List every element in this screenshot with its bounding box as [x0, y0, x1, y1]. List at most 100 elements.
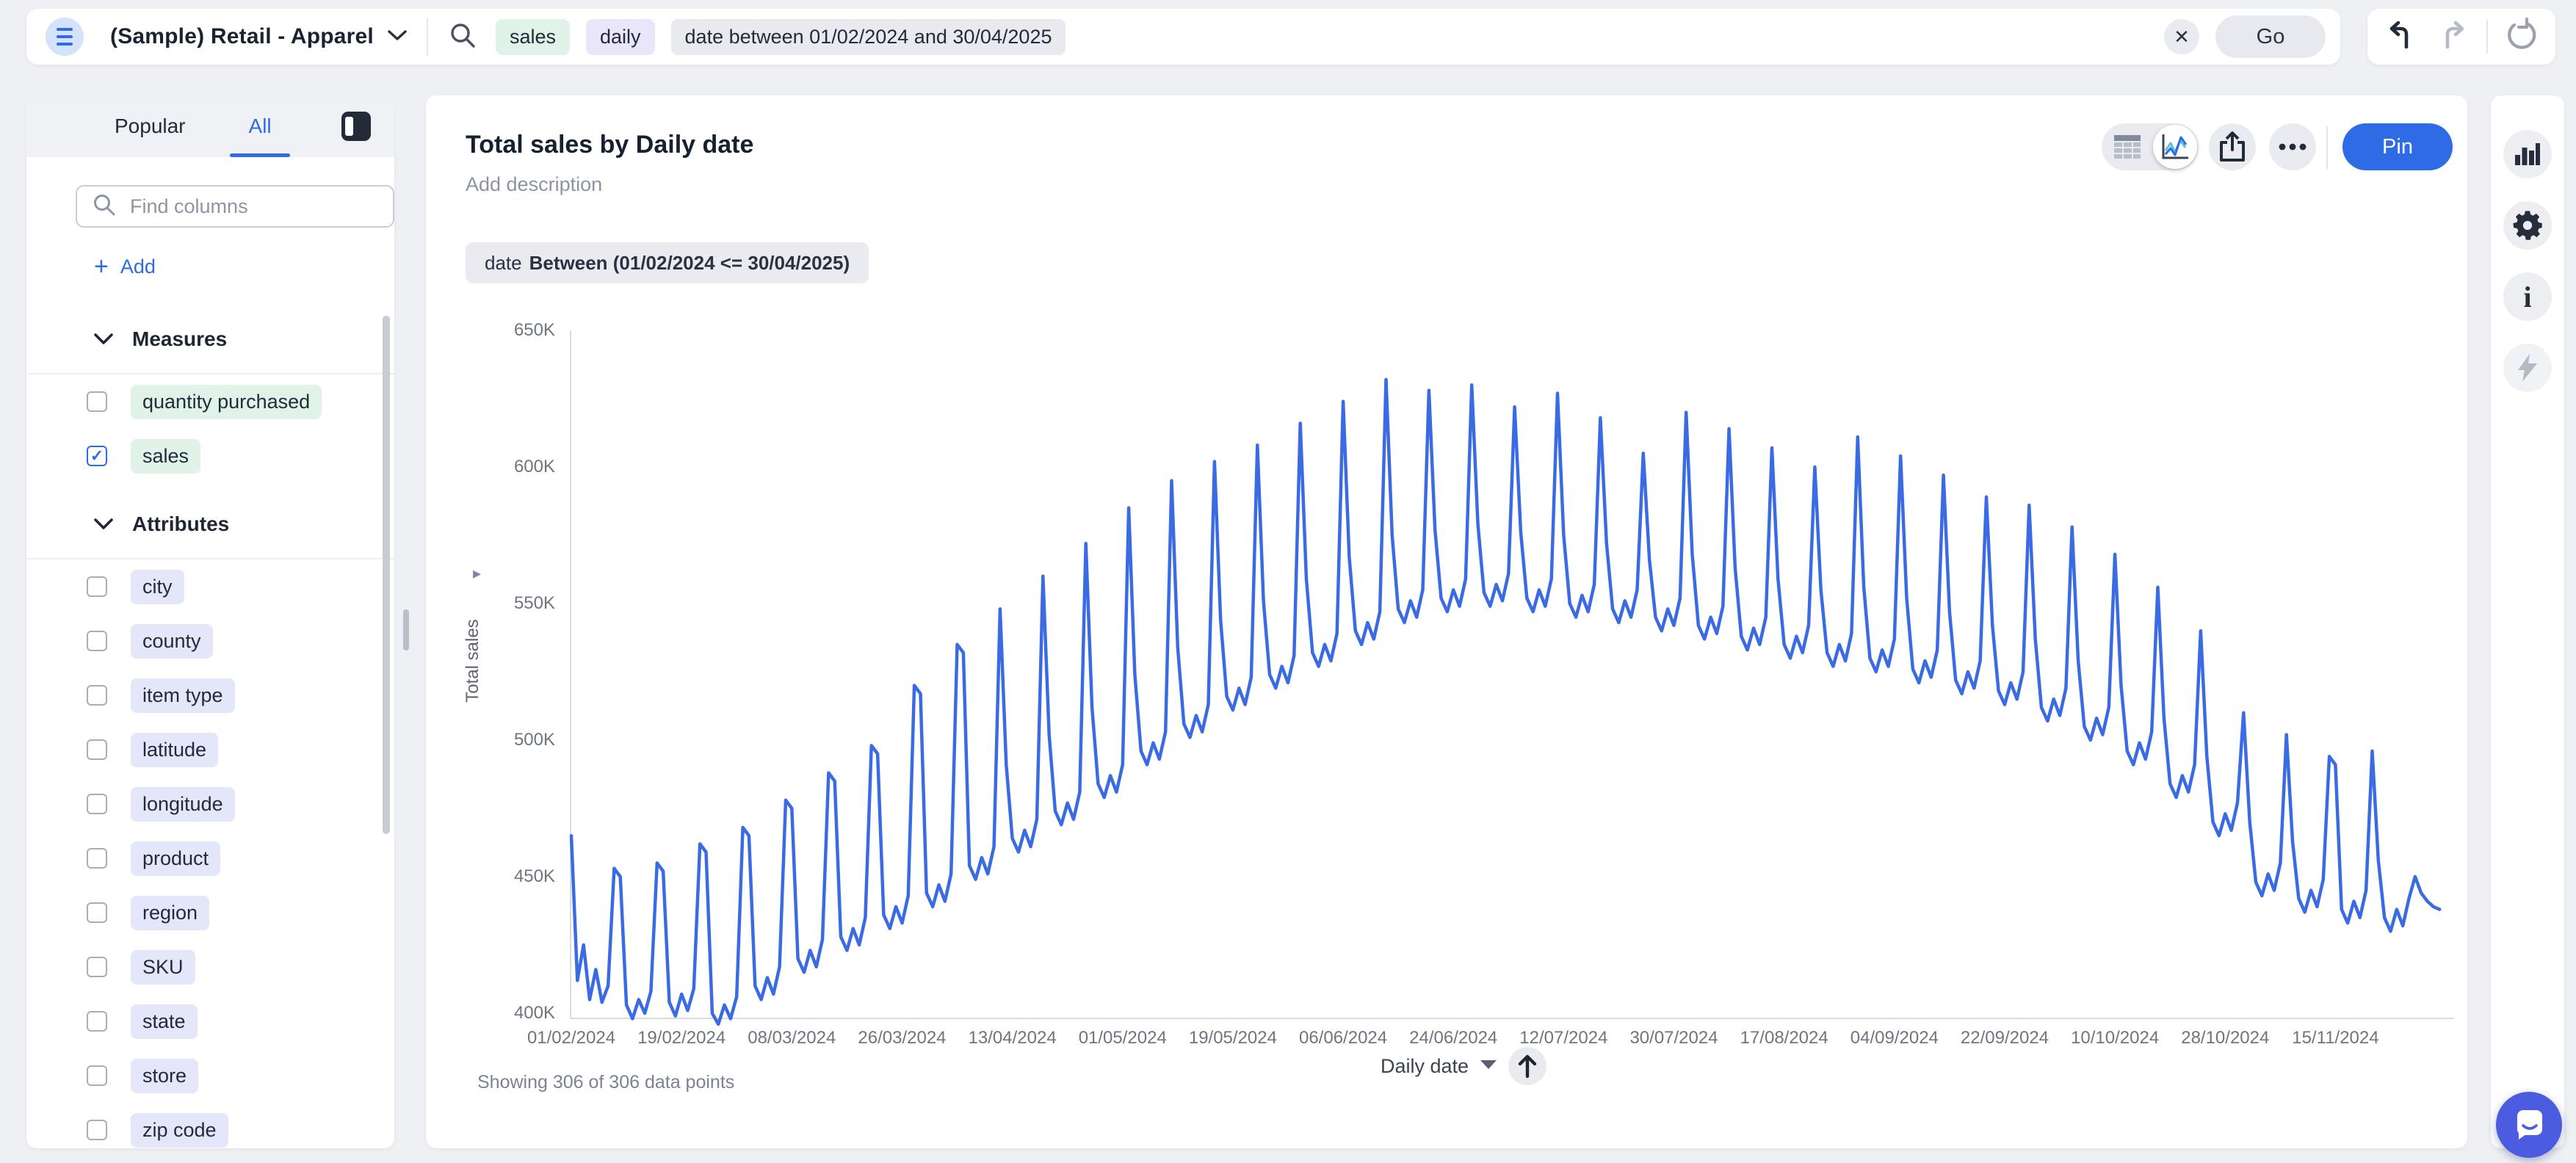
column-pill[interactable]: state [131, 1004, 198, 1039]
answer-card: Total sales by Daily date Add descriptio… [426, 95, 2467, 1148]
column-item-county[interactable]: county [26, 614, 394, 668]
sales-line-chart[interactable] [569, 330, 2454, 1043]
column-pill[interactable]: SKU [131, 949, 195, 985]
table-icon[interactable] [2113, 134, 2141, 164]
search-token[interactable]: sales [495, 18, 570, 55]
arrow-up-icon [1518, 1054, 1537, 1079]
pin-button[interactable]: Pin [2342, 123, 2453, 170]
clear-search-button[interactable]: ✕ [2164, 19, 2199, 54]
checkbox[interactable] [87, 391, 107, 412]
more-options-button[interactable] [2269, 123, 2316, 170]
section-header-measures[interactable]: Measures [26, 298, 394, 373]
column-item-zip-code[interactable]: zip code [26, 1103, 394, 1148]
filter-column: date [485, 251, 522, 274]
chevron-down-icon[interactable] [387, 29, 408, 46]
chart-type-button[interactable] [2503, 130, 2552, 178]
share-button[interactable] [2209, 123, 2256, 170]
section-header-attributes[interactable]: Attributes [26, 483, 394, 558]
data-panel-menu-button[interactable] [46, 18, 84, 56]
lightning-icon [2518, 354, 2537, 382]
total-sales-series[interactable] [569, 377, 2442, 1026]
search-token-list[interactable]: sales daily date between 01/02/2024 and 30… [495, 18, 2164, 55]
chat-launcher[interactable] [2496, 1092, 2562, 1158]
redo-icon[interactable] [2435, 18, 2470, 57]
column-list: Measures quantity purchased ✓ sales Attribut… [26, 298, 394, 1148]
date-filter-chip[interactable]: date Between (01/02/2024 <= 30/04/2025) [466, 242, 869, 283]
column-item-state[interactable]: state [26, 994, 394, 1048]
table-chart-toggle[interactable] [2102, 123, 2199, 170]
info-button[interactable]: i [2503, 272, 2552, 321]
panel-resize-handle[interactable] [403, 609, 409, 651]
right-rail: i [2491, 95, 2564, 1148]
chart-view-active[interactable] [2153, 125, 2197, 169]
column-pill[interactable]: longitude [131, 786, 235, 822]
column-pill[interactable]: sales [131, 438, 201, 474]
column-pill[interactable]: region [131, 895, 210, 930]
column-item-product[interactable]: product [26, 831, 394, 885]
x-axis-label[interactable]: Daily date [1381, 1055, 1469, 1078]
tab-popular[interactable]: Popular [115, 95, 186, 157]
column-item-store[interactable]: store [26, 1048, 394, 1103]
spotiq-button[interactable] [2503, 344, 2552, 392]
y-axis-tick-label: 450K [513, 866, 555, 886]
y-axis-tick-label: 600K [513, 457, 555, 477]
y-axis-tick-label: 550K [513, 593, 555, 613]
find-columns-box[interactable] [76, 185, 394, 228]
column-item-longitude[interactable]: longitude [26, 777, 394, 831]
checkbox[interactable] [87, 794, 107, 814]
checkbox-checked[interactable]: ✓ [87, 446, 107, 466]
y-axis-tick-label: 500K [513, 730, 555, 750]
undo-icon[interactable] [2384, 18, 2419, 57]
column-pill[interactable]: latitude [131, 732, 219, 767]
data-points-count: Showing 306 of 306 data points [477, 1072, 735, 1093]
column-pill[interactable]: zip code [131, 1112, 228, 1148]
column-pill[interactable]: item type [131, 678, 235, 713]
checkbox[interactable] [87, 685, 107, 706]
column-item-item-type[interactable]: item type [26, 668, 394, 722]
sort-ascending-button[interactable] [1508, 1047, 1547, 1085]
checkbox[interactable] [87, 902, 107, 923]
find-columns-input[interactable] [130, 195, 372, 218]
column-pill[interactable]: store [131, 1058, 199, 1093]
column-item-SKU[interactable]: SKU [26, 940, 394, 994]
go-button[interactable]: Go [2215, 15, 2326, 58]
data-panel: Popular All + Add Measures quantity purcha… [26, 95, 394, 1148]
workspace-title[interactable]: (Sample) Retail - Apparel [110, 24, 374, 49]
answer-title[interactable]: Total sales by Daily date [466, 131, 753, 159]
column-item-sales[interactable]: ✓ sales [26, 429, 394, 483]
column-item-latitude[interactable]: latitude [26, 722, 394, 777]
column-pill[interactable]: product [131, 841, 221, 876]
app-root: (Sample) Retail - Apparel sales daily date… [0, 0, 2576, 1163]
tab-all[interactable]: All [249, 95, 272, 157]
checkbox[interactable] [87, 576, 107, 597]
checkbox[interactable] [87, 631, 107, 651]
search-bar: (Sample) Retail - Apparel sales daily date… [26, 9, 2340, 65]
y-axis-title[interactable]: Total sales [463, 503, 483, 819]
search-icon [447, 20, 478, 54]
column-pill[interactable]: quantity purchased [131, 384, 322, 419]
settings-button[interactable] [2503, 201, 2552, 250]
search-token[interactable]: date between 01/02/2024 and 30/04/2025 [670, 18, 1066, 55]
checkbox[interactable] [87, 739, 107, 760]
history-controls [2367, 9, 2555, 65]
checkbox[interactable] [87, 848, 107, 869]
info-icon: i [2523, 280, 2532, 314]
add-column-button[interactable]: + Add [94, 254, 156, 279]
chat-bubble-icon [2517, 1110, 2542, 1140]
caret-down-icon[interactable] [1479, 1059, 1498, 1074]
reset-icon[interactable] [2504, 17, 2539, 57]
checkbox[interactable] [87, 1065, 107, 1086]
answer-description-placeholder[interactable]: Add description [466, 173, 602, 196]
checkbox[interactable] [87, 1120, 107, 1140]
checkbox[interactable] [87, 1011, 107, 1032]
column-pill[interactable]: city [131, 569, 184, 604]
column-item-city[interactable]: city [26, 559, 394, 614]
column-item-quantity-purchased[interactable]: quantity purchased [26, 374, 394, 429]
search-token[interactable]: daily [586, 18, 655, 55]
sidebar-scrollbar[interactable] [383, 316, 390, 834]
search-icon [92, 192, 117, 221]
checkbox[interactable] [87, 957, 107, 977]
collapse-panel-icon[interactable] [341, 112, 371, 141]
column-pill[interactable]: county [131, 623, 213, 659]
column-item-region[interactable]: region [26, 885, 394, 940]
